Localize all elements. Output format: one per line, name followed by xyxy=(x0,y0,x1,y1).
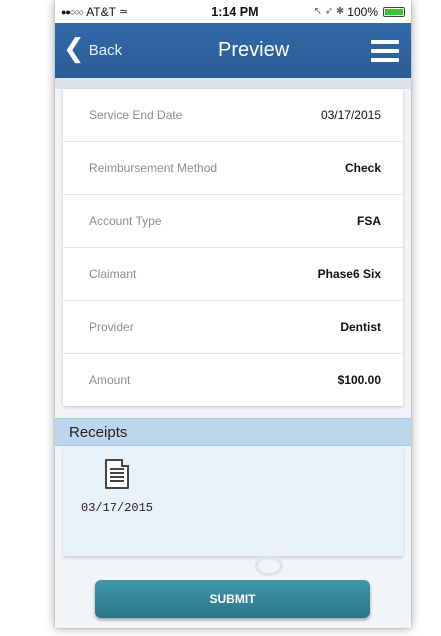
logo-ring-icon xyxy=(255,556,283,576)
detail-value: Phase6 Six xyxy=(317,267,381,281)
receipt-date: 03/17/2015 xyxy=(81,501,154,515)
phone-screen: ●●○○○ AT&T ≃ 1:14 PM ↖ ➶ ✱ 100% ❮ Back P… xyxy=(55,0,411,628)
receipts-header: Receipts xyxy=(55,418,411,446)
page-title: Preview xyxy=(218,39,290,61)
detail-value: $100.00 xyxy=(337,373,381,387)
submit-button[interactable]: SUBMIT xyxy=(95,580,370,618)
signal-strength-icon: ●●○○○ xyxy=(61,6,84,17)
detail-row-provider: Provider Dentist xyxy=(63,301,403,354)
detail-value: Dentist xyxy=(340,320,381,334)
detail-label: Claimant xyxy=(89,267,137,281)
back-label: Back xyxy=(88,42,123,59)
detail-label: Reimbursement Method xyxy=(89,161,218,175)
detail-value: FSA xyxy=(357,214,381,228)
details-card: Service End Date 03/17/2015 Reimbursemen… xyxy=(63,89,403,406)
watermark-logo xyxy=(255,555,395,577)
carrier-name: AT&T xyxy=(86,4,116,19)
detail-label: Amount xyxy=(89,373,131,387)
hamburger-menu-icon[interactable] xyxy=(370,39,399,62)
detail-value: Check xyxy=(344,161,381,175)
detail-value: 03/17/2015 xyxy=(320,108,381,122)
status-icons: ↖ ➶ ✱ xyxy=(313,6,345,17)
back-button[interactable]: ❮ Back xyxy=(63,34,123,64)
detail-row-reimbursement-method: Reimbursement Method Check xyxy=(63,142,403,195)
detail-row-service-end-date: Service End Date 03/17/2015 xyxy=(63,89,403,142)
nav-bar: ❮ Back Preview xyxy=(55,23,411,78)
content-top-gap xyxy=(55,78,411,89)
status-time: 1:14 PM xyxy=(211,4,259,19)
status-bar: ●●○○○ AT&T ≃ 1:14 PM ↖ ➶ ✱ 100% xyxy=(55,0,411,23)
wifi-icon: ≃ xyxy=(118,6,129,18)
receipt-item[interactable]: 03/17/2015 xyxy=(81,459,153,515)
status-right: ↖ ➶ ✱ 100% xyxy=(314,5,405,19)
detail-label: Account Type xyxy=(89,214,162,228)
detail-label: Provider xyxy=(89,320,134,334)
receipts-area: 03/17/2015 xyxy=(63,446,403,556)
battery-icon xyxy=(383,6,405,17)
detail-label: Service End Date xyxy=(89,108,183,122)
detail-row-claimant: Claimant Phase6 Six xyxy=(63,248,403,301)
detail-row-amount: Amount $100.00 xyxy=(63,354,403,406)
document-icon xyxy=(105,459,129,489)
chevron-left-icon: ❮ xyxy=(63,34,85,64)
status-left: ●●○○○ AT&T ≃ xyxy=(61,5,128,19)
detail-row-account-type: Account Type FSA xyxy=(63,195,403,248)
battery-percent: 100% xyxy=(347,4,378,19)
